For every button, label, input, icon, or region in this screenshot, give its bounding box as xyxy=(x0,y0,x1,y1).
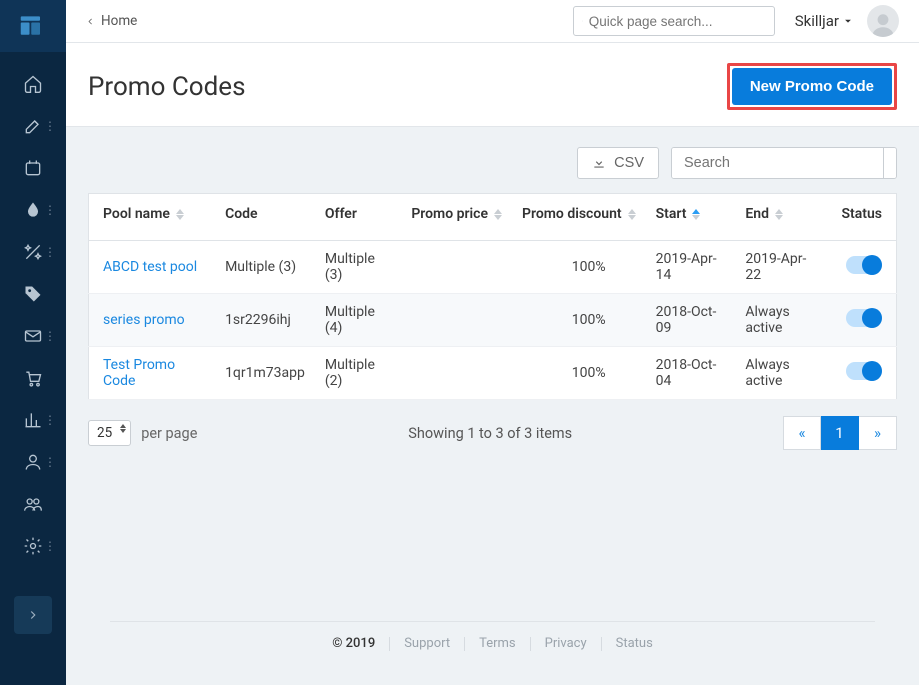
copyright: © 2019 xyxy=(332,636,375,651)
cell-code: Multiple (3) xyxy=(215,241,315,294)
search-icon xyxy=(582,14,583,28)
quick-search[interactable] xyxy=(573,6,775,36)
submenu-indicator-icon: ⋮ xyxy=(44,119,56,133)
table-search: Go xyxy=(671,147,897,179)
table-footer: 25 per page Showing 1 to 3 of 3 items « … xyxy=(88,416,897,450)
table-search-input[interactable] xyxy=(672,148,883,178)
status-toggle[interactable] xyxy=(846,256,882,274)
status-toggle[interactable] xyxy=(846,362,882,380)
stepper-arrows-icon xyxy=(120,424,126,433)
nav-drop-icon[interactable]: ⋮ xyxy=(0,200,66,220)
per-page-select[interactable]: 25 xyxy=(88,420,131,446)
promo-codes-table: Pool name Code Offer Promo price Promo d… xyxy=(88,193,897,400)
cell-offer: Multiple (4) xyxy=(315,294,401,347)
cell-price xyxy=(401,241,512,294)
cell-discount: 100% xyxy=(512,347,646,400)
footer-link-status[interactable]: Status xyxy=(616,636,653,651)
avatar-icon xyxy=(870,11,896,37)
submenu-indicator-icon: ⋮ xyxy=(44,245,56,259)
col-pool[interactable]: Pool name xyxy=(89,194,216,241)
content: CSV Go Pool name Code Offer Promo price … xyxy=(66,127,919,685)
cell-end: Always active xyxy=(735,347,831,400)
per-page-label: per page xyxy=(141,425,197,442)
table-row: ABCD test pool Multiple (3) Multiple (3)… xyxy=(89,241,897,294)
nav-analytics-icon[interactable]: ⋮ xyxy=(0,410,66,430)
cell-start: 2019-Apr-14 xyxy=(646,241,736,294)
footer-link-support[interactable]: Support xyxy=(404,636,450,651)
export-csv-button[interactable]: CSV xyxy=(577,147,659,179)
download-icon xyxy=(592,156,606,170)
submenu-indicator-icon: ⋮ xyxy=(44,203,56,217)
submenu-indicator-icon: ⋮ xyxy=(44,329,56,343)
sidebar: ⋮ ⋮ ⋮ ⋮ ⋮ ⋮ xyxy=(0,0,66,685)
cell-price xyxy=(401,294,512,347)
col-code[interactable]: Code xyxy=(215,194,315,241)
showing-text: Showing 1 to 3 of 3 items xyxy=(197,425,783,442)
cell-offer: Multiple (3) xyxy=(315,241,401,294)
page-header: Promo Codes New Promo Code xyxy=(66,43,919,127)
cell-end: 2019-Apr-22 xyxy=(735,241,831,294)
cell-end: Always active xyxy=(735,294,831,347)
page-footer: © 2019 Support Terms Privacy Status xyxy=(110,621,875,665)
cell-start: 2018-Oct-04 xyxy=(646,347,736,400)
col-start[interactable]: Start xyxy=(646,194,736,241)
new-promo-highlight: New Promo Code xyxy=(727,63,897,110)
cell-start: 2018-Oct-09 xyxy=(646,294,736,347)
pool-link[interactable]: ABCD test pool xyxy=(103,259,197,275)
cell-offer: Multiple (2) xyxy=(315,347,401,400)
nav-cart-icon[interactable] xyxy=(0,368,66,388)
quick-search-input[interactable] xyxy=(589,14,766,29)
user-avatar[interactable] xyxy=(867,5,899,37)
topbar: Home Skilljar xyxy=(66,0,919,43)
caret-down-icon xyxy=(843,16,853,26)
cell-price xyxy=(401,347,512,400)
nav-edit-icon[interactable]: ⋮ xyxy=(0,116,66,136)
nav-tag-icon[interactable] xyxy=(0,284,66,304)
main: Home Skilljar Promo Codes New Promo Code… xyxy=(66,0,919,685)
breadcrumb-label: Home xyxy=(101,13,137,29)
status-toggle[interactable] xyxy=(846,309,882,327)
new-promo-code-button[interactable]: New Promo Code xyxy=(732,68,892,105)
per-page-value: 25 xyxy=(97,425,112,441)
submenu-indicator-icon: ⋮ xyxy=(44,413,56,427)
col-status: Status xyxy=(831,194,896,241)
pool-link[interactable]: Test Promo Code xyxy=(103,357,175,389)
col-offer[interactable]: Offer xyxy=(315,194,401,241)
org-name: Skilljar xyxy=(795,12,839,30)
nav-user-icon[interactable]: ⋮ xyxy=(0,452,66,472)
col-end[interactable]: End xyxy=(735,194,831,241)
col-discount[interactable]: Promo discount xyxy=(512,194,646,241)
nav-calendar-icon[interactable] xyxy=(0,158,66,178)
footer-link-privacy[interactable]: Privacy xyxy=(545,636,587,651)
page-title: Promo Codes xyxy=(88,72,246,102)
pagination: « 1 » xyxy=(783,416,897,450)
table-row: Test Promo Code 1qr1m73app Multiple (2) … xyxy=(89,347,897,400)
page-prev[interactable]: « xyxy=(783,416,821,450)
cell-code: 1sr2296ihj xyxy=(215,294,315,347)
app-logo[interactable] xyxy=(0,0,66,52)
table-row: series promo 1sr2296ihj Multiple (4) 100… xyxy=(89,294,897,347)
page-next[interactable]: » xyxy=(859,416,897,450)
footer-link-terms[interactable]: Terms xyxy=(479,636,516,651)
chevron-left-icon xyxy=(86,17,95,26)
col-price[interactable]: Promo price xyxy=(401,194,512,241)
nav-users-icon[interactable] xyxy=(0,494,66,514)
table-search-go-button[interactable]: Go xyxy=(883,148,897,178)
cell-discount: 100% xyxy=(512,294,646,347)
pool-link[interactable]: series promo xyxy=(103,312,185,328)
submenu-indicator-icon: ⋮ xyxy=(44,539,56,553)
breadcrumb-home[interactable]: Home xyxy=(86,13,137,29)
sidebar-expand-button[interactable] xyxy=(14,596,52,634)
cell-discount: 100% xyxy=(512,241,646,294)
page-current[interactable]: 1 xyxy=(821,416,859,450)
table-toolbar: CSV Go xyxy=(88,147,897,179)
csv-label: CSV xyxy=(614,155,644,171)
nav-home-icon[interactable] xyxy=(0,74,66,94)
nav-mail-icon[interactable]: ⋮ xyxy=(0,326,66,346)
org-menu[interactable]: Skilljar xyxy=(795,12,853,30)
nav-settings-icon[interactable]: ⋮ xyxy=(0,536,66,556)
nav-magic-icon[interactable]: ⋮ xyxy=(0,242,66,262)
submenu-indicator-icon: ⋮ xyxy=(44,455,56,469)
cell-code: 1qr1m73app xyxy=(215,347,315,400)
